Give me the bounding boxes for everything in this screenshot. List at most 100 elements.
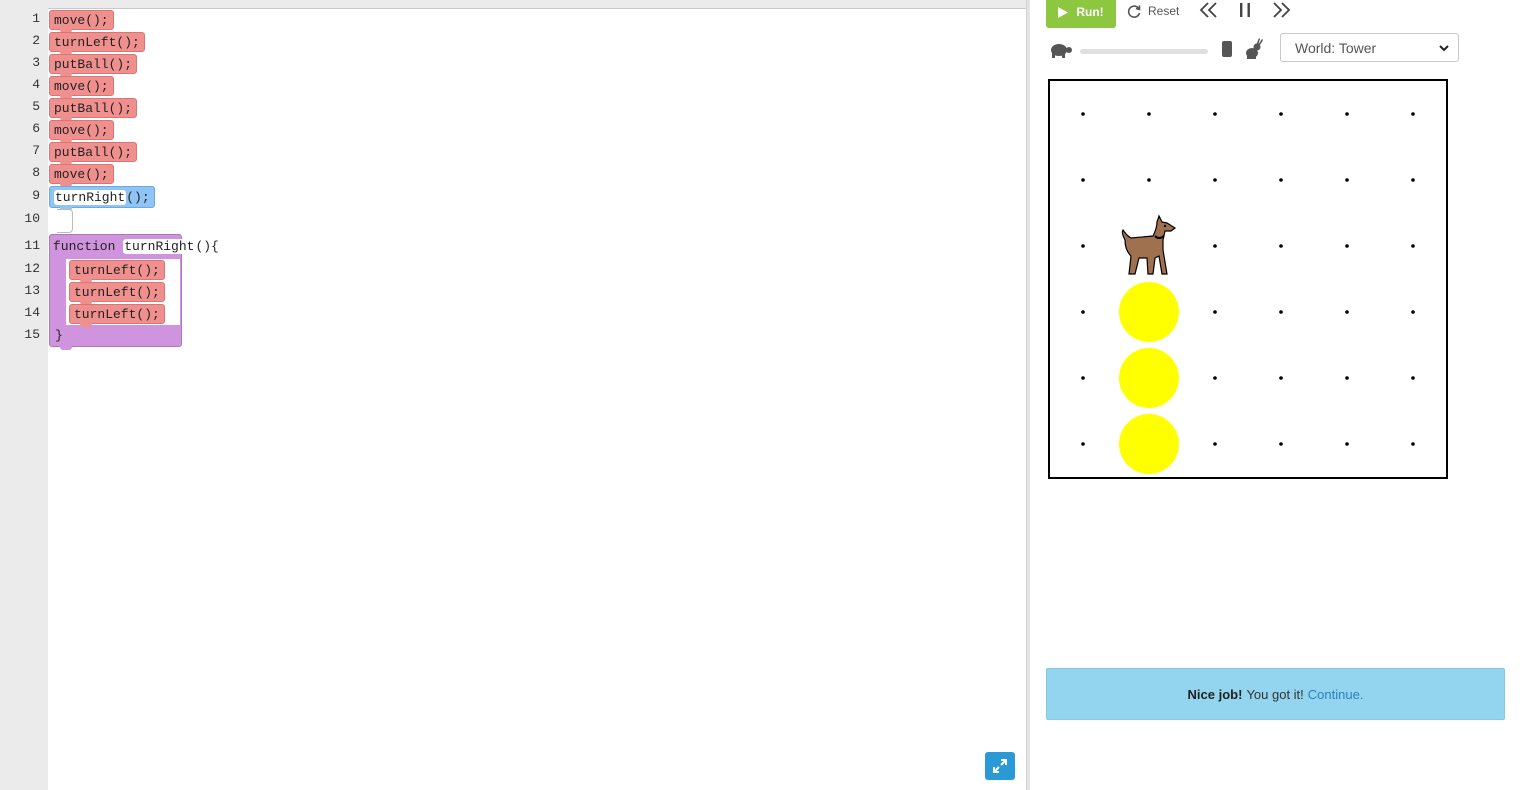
function-close-brace: } [55, 328, 63, 343]
grid-dot [1279, 244, 1283, 248]
line-number: 4 [32, 77, 40, 92]
grid-dot [1345, 244, 1349, 248]
message-bold: Nice job! [1187, 686, 1243, 702]
step-back-button[interactable] [1198, 0, 1220, 20]
grid-dot [1213, 376, 1217, 380]
turn-left-block[interactable]: turnLeft(); [69, 282, 165, 305]
grid-dot [1345, 178, 1349, 182]
line-number: 3 [32, 55, 40, 70]
ball [1119, 348, 1179, 408]
move-block[interactable]: move(); [49, 164, 114, 187]
turn-left-block[interactable]: turnLeft(); [69, 260, 165, 283]
world-select[interactable]: World: Tower [1280, 33, 1459, 62]
ball [1119, 282, 1179, 342]
function-name-field[interactable]: turnRight [54, 190, 127, 205]
grid-dot [1411, 376, 1415, 380]
move-block[interactable]: move(); [49, 120, 114, 143]
grid-dot [1345, 310, 1349, 314]
grid-dot [1213, 112, 1217, 116]
move-block[interactable]: move(); [49, 76, 114, 99]
expand-icon [993, 759, 1007, 773]
function-header: function turnRight(){ [53, 237, 219, 256]
turn-right-call-block[interactable]: turnRight(); [49, 186, 155, 211]
line-number: 6 [32, 121, 40, 136]
double-chevron-right-icon [1273, 2, 1291, 18]
karel-world-grid [1048, 79, 1448, 479]
world-canvas [1081, 112, 1415, 474]
line-number: 14 [24, 305, 40, 320]
grid-dot [1279, 310, 1283, 314]
grid-dot [1081, 178, 1085, 182]
grid-dot [1411, 178, 1415, 182]
code-editor[interactable]: 1 2 3 4 5 6 7 8 9 10 11 12 13 14 15 move… [0, 0, 1026, 790]
expand-button[interactable] [985, 752, 1015, 780]
grid-dot [1345, 442, 1349, 446]
double-chevron-left-icon [1199, 2, 1217, 18]
line-number: 8 [32, 165, 40, 180]
move-block[interactable]: move(); [49, 10, 114, 33]
grid-dot [1081, 112, 1085, 116]
grid-dot [1147, 178, 1151, 182]
pause-button[interactable] [1234, 0, 1256, 20]
ball [1119, 414, 1179, 474]
grid-dot [1279, 376, 1283, 380]
chevron-down-icon [1439, 45, 1449, 52]
reset-button[interactable]: Reset [1126, 0, 1179, 22]
grid-dot [1081, 310, 1085, 314]
pause-icon [1240, 3, 1250, 17]
grid-dot [1213, 310, 1217, 314]
grid-dot [1345, 376, 1349, 380]
success-message: Nice job! You got it! Continue. [1046, 668, 1505, 720]
grid-dot [1345, 112, 1349, 116]
continue-link[interactable]: Continue. [1308, 687, 1364, 702]
rabbit-icon [1246, 38, 1263, 59]
line-number: 13 [24, 283, 40, 298]
put-ball-block[interactable]: putBall(); [49, 54, 138, 77]
dog-icon [1121, 214, 1177, 275]
message-text: You got it! [1246, 686, 1304, 702]
grid-dot [1411, 244, 1415, 248]
put-ball-block[interactable]: putBall(); [49, 142, 138, 165]
empty-block-slot[interactable] [57, 209, 73, 233]
refresh-icon [1127, 5, 1141, 18]
step-forward-button[interactable] [1270, 0, 1292, 20]
line-number: 2 [32, 33, 40, 48]
slider-track[interactable] [1080, 49, 1208, 54]
reset-label: Reset [1148, 4, 1180, 18]
line-number: 9 [32, 188, 40, 203]
editor-toolbar [48, 0, 1026, 9]
grid-dot [1411, 442, 1415, 446]
turn-left-block[interactable]: turnLeft(); [69, 304, 165, 327]
grid-dot [1081, 244, 1085, 248]
grid-dot [1213, 178, 1217, 182]
run-label: Run! [1076, 5, 1104, 19]
grid-dot [1411, 112, 1415, 116]
line-number: 11 [24, 238, 40, 253]
world-select-value: World: Tower [1295, 39, 1377, 56]
turn-left-block[interactable]: turnLeft(); [49, 32, 145, 55]
speed-slider[interactable] [1048, 38, 1263, 62]
line-number: 15 [24, 327, 40, 342]
line-number: 1 [32, 11, 40, 26]
grid-dot [1147, 112, 1151, 116]
grid-dot [1279, 178, 1283, 182]
world-panel: Run! Reset World: Tower Nice job! You go… [1030, 0, 1524, 790]
line-number: 5 [32, 99, 40, 114]
function-open-brace: (){ [195, 239, 219, 254]
slider-handle[interactable] [1222, 41, 1232, 57]
run-button[interactable]: Run! [1046, 0, 1116, 28]
grid-dot [1081, 442, 1085, 446]
grid-dot [1279, 112, 1283, 116]
line-number-gutter: 1 2 3 4 5 6 7 8 9 10 11 12 13 14 15 [0, 0, 48, 790]
grid-dot [1411, 310, 1415, 314]
line-number: 10 [24, 211, 40, 226]
put-ball-block[interactable]: putBall(); [49, 98, 138, 121]
line-number: 12 [24, 261, 40, 276]
function-keyword: function [53, 239, 116, 254]
grid-dot [1279, 442, 1283, 446]
grid-dot [1213, 244, 1217, 248]
function-name-field[interactable]: turnRight [123, 239, 196, 254]
grid-dot [1081, 376, 1085, 380]
turtle-icon [1051, 44, 1072, 58]
line-number: 7 [32, 143, 40, 158]
